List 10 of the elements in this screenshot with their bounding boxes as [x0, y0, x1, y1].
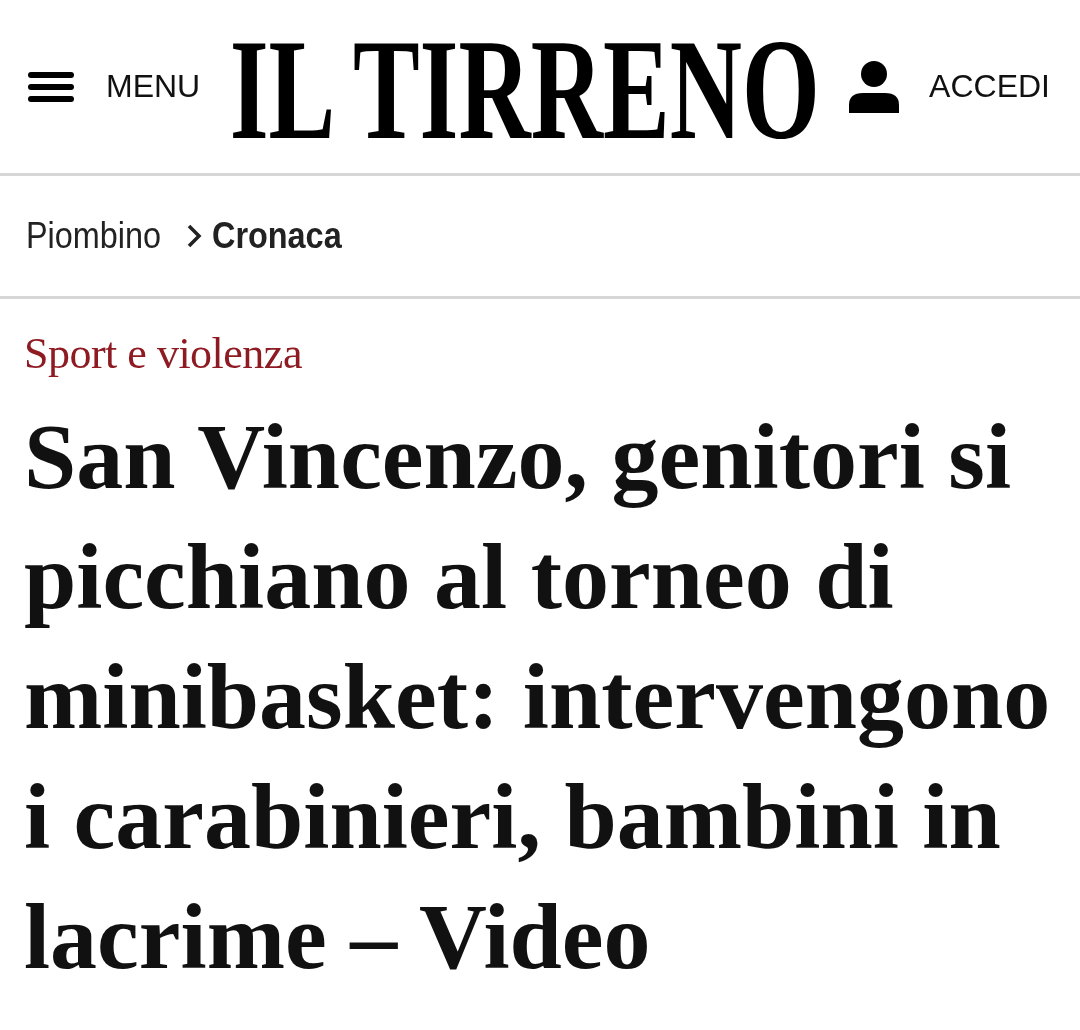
breadcrumb-link[interactable]: Piombino — [26, 215, 162, 257]
menu-icon — [28, 71, 74, 102]
menu-button[interactable]: MENU — [28, 68, 201, 105]
user-icon — [849, 60, 900, 113]
chevron-right-icon — [186, 223, 203, 249]
login-button[interactable]: ACCEDI — [849, 60, 1050, 113]
breadcrumb-link[interactable]: Cronaca — [212, 215, 342, 257]
article-kicker: Sport e violenza — [24, 328, 303, 380]
article-headline: San Vincenzo, genitori si picchiano al torneo di minibasket: intervengono i carabinieri, bambini in lacrime – Video — [24, 403, 1052, 991]
site-logo[interactable]: IL TIRRENO — [229, 17, 820, 162]
